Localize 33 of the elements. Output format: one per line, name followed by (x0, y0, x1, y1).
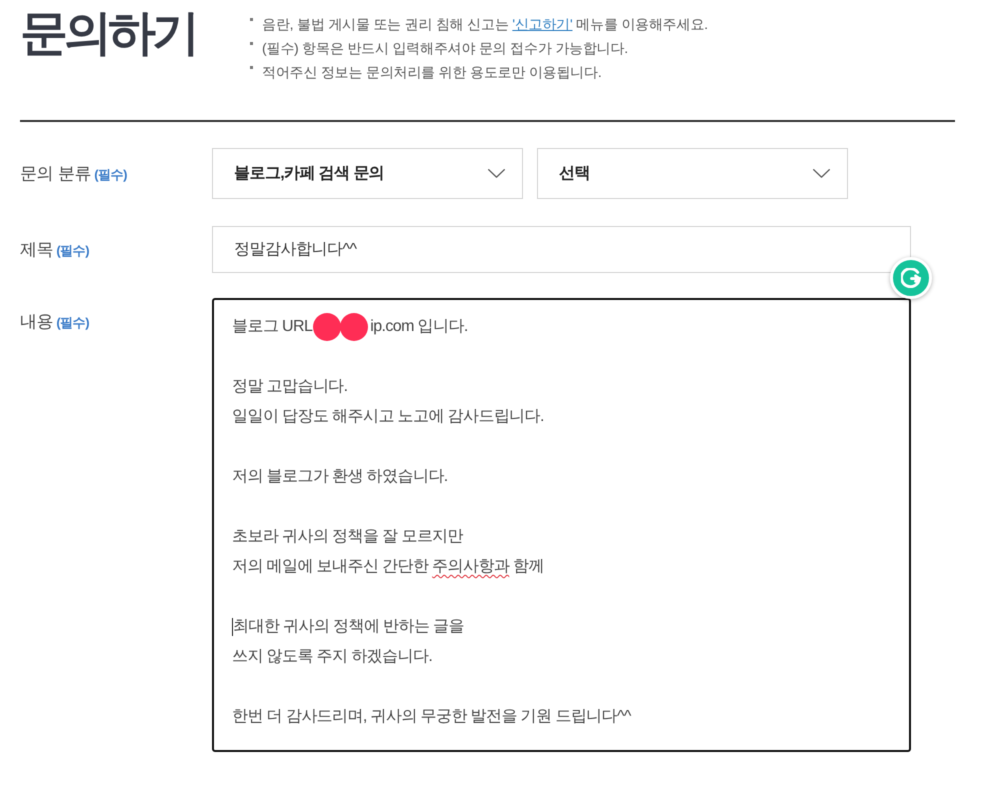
content-text: 쓰지 않도록 주지 하겠습니다. (232, 647, 432, 667)
notice-text: 음란, 불법 게시물 또는 권리 침해 신고는 '신고하기' 메뉴를 이용해주세요. (262, 15, 708, 34)
content-text: 저의 블로그가 환생 하였습니다. (232, 467, 448, 487)
required-mark: (필수) (56, 242, 90, 260)
bullet-icon (250, 66, 253, 68)
content-text: 한번 더 감사드리며, 귀사의 무궁한 발전을 기원 드립니다^^ (232, 707, 631, 727)
content-text: 저의 메일에 보내주신 간단한 주의사항과 함께 (232, 557, 544, 577)
field-label: 제목 (20, 238, 54, 261)
page-title: 문의하기 (20, 6, 196, 62)
redaction-mark-icon (313, 312, 370, 342)
required-mark: (필수) (94, 166, 127, 184)
category-select[interactable]: 선택 (537, 148, 848, 199)
title-input[interactable]: 정말감사합니다^^ (212, 226, 911, 273)
content-textarea[interactable]: 블로그 URL ip.com 입니다. 정말 고맙습니다. 일일이 답장도 해주시고 노고에 감사드립니다. 저의 블로그가 환생 하였습니다. 초보라 귀사의 정책을 잘 모르지만 저의 메일에 보내주신 간단한 주의사항과 함께 최대한 귀사의 정책에 반하는 글을 쓰지 않도록 주지 하겠습니다. 한번 더 감사드리며, 귀사의 무궁한 발전을 기원 드립니다^^ (212, 298, 911, 752)
circular-arrow-icon (901, 268, 921, 288)
bullet-icon (250, 18, 253, 20)
category-select[interactable]: 블로그,카페 검색 문의 (212, 148, 523, 199)
content-text: ip.com 입니다. (370, 317, 468, 337)
content-text: 블로그 URL (232, 317, 312, 337)
content-text: 초보라 귀사의 정책을 잘 모르지만 (232, 527, 463, 547)
required-mark: (필수) (56, 314, 90, 332)
bullet-icon (250, 42, 253, 44)
field-label: 문의 분류 (20, 162, 92, 185)
field-label: 내용 (20, 311, 54, 333)
notice-text: (필수) 항목은 반드시 입력해주셔야 문의 접수가 가능합니다. (262, 39, 628, 58)
assistant-circle-button[interactable] (890, 257, 932, 299)
notice-text: 적어주신 정보는 문의처리를 위한 용도로만 이용됩니다. (262, 63, 602, 82)
report-link[interactable]: '신고하기' (512, 16, 572, 32)
chevron-down-icon (813, 169, 830, 178)
chevron-down-icon (488, 169, 505, 178)
content-text: 최대한 귀사의 정책에 반하는 글을 (233, 617, 464, 637)
content-text: 정말 고맙습니다. (232, 377, 348, 397)
content-text: 일일이 답장도 해주시고 노고에 감사드립니다. (232, 407, 544, 427)
